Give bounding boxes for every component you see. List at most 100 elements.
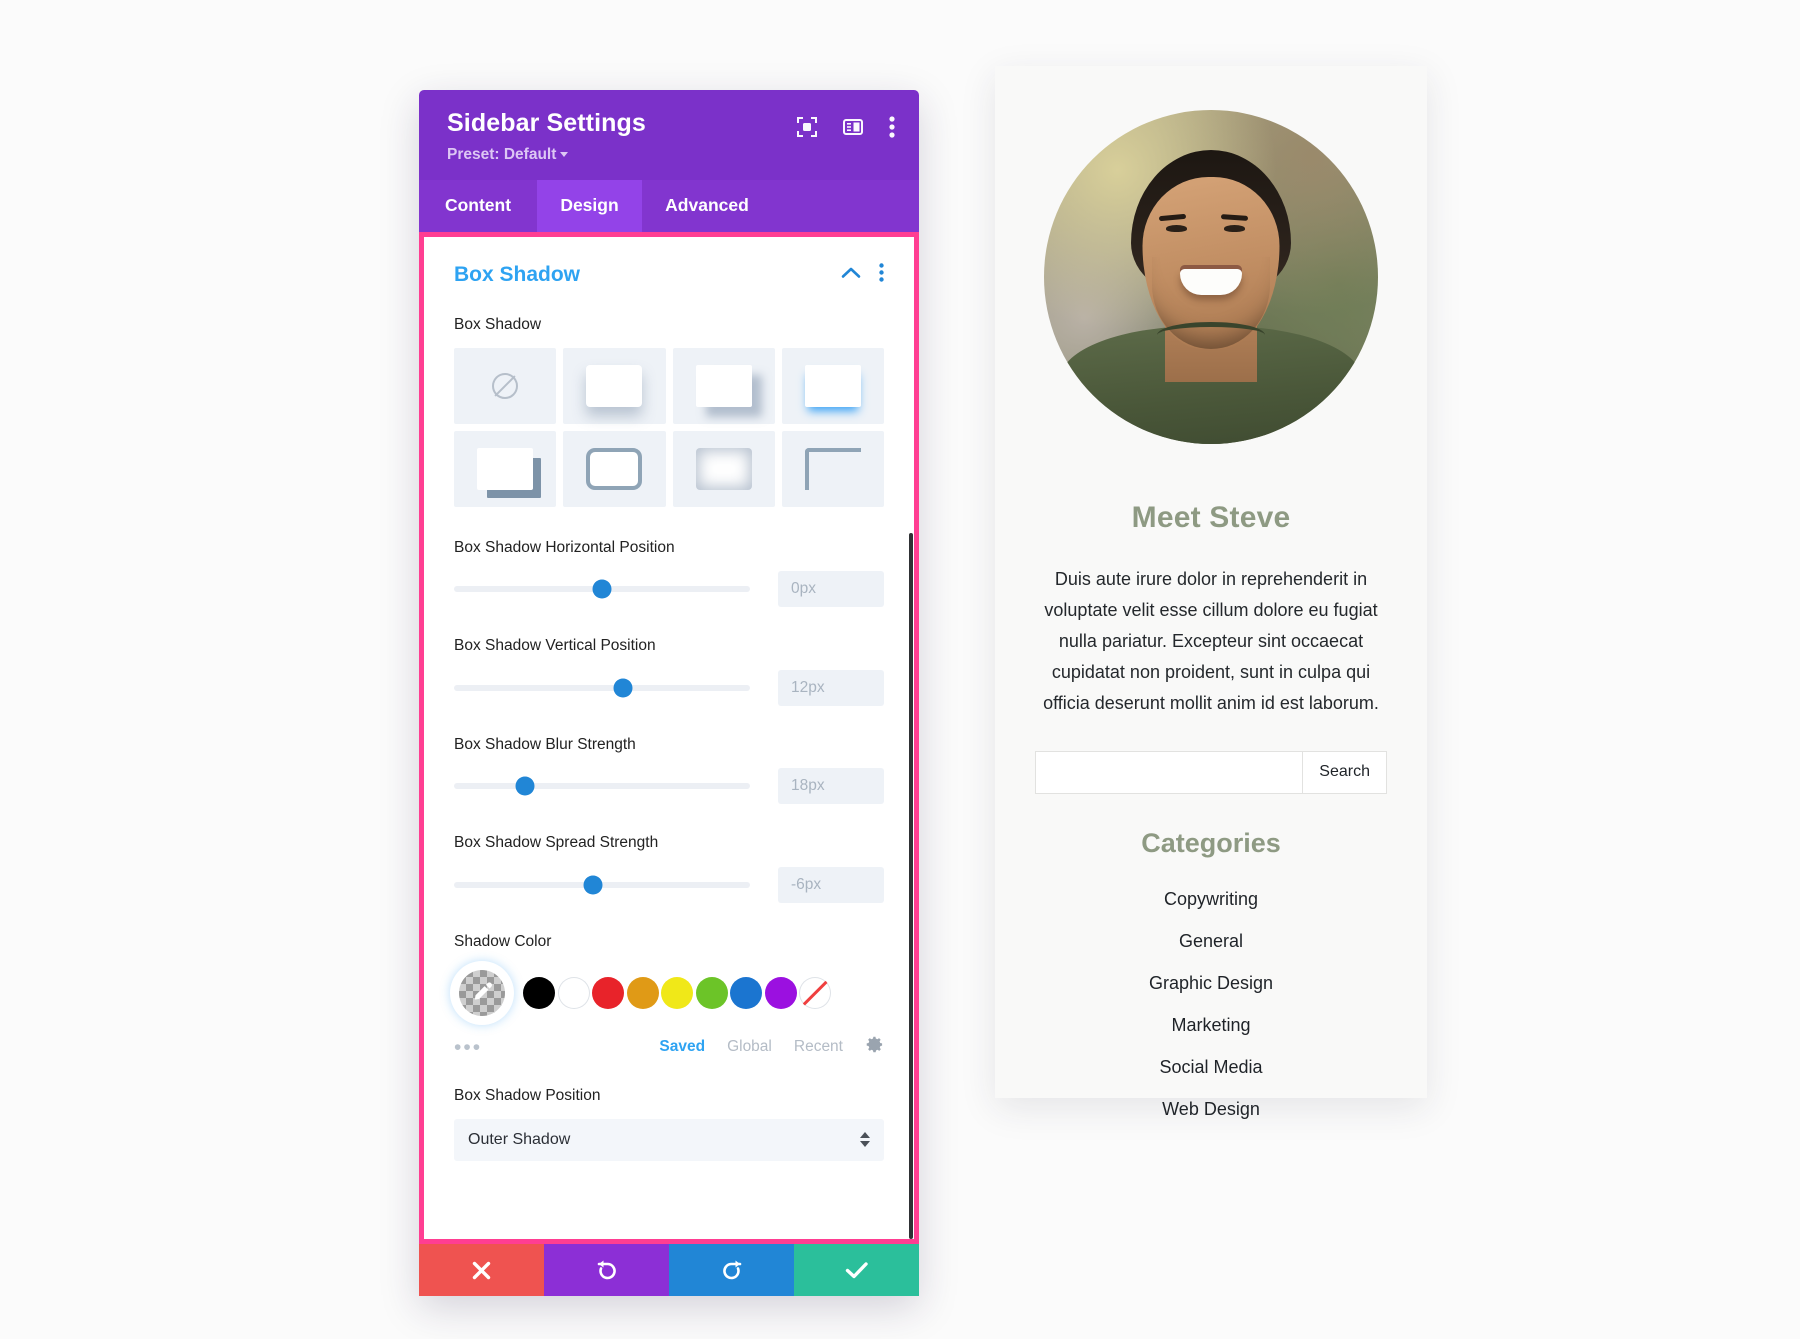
swatch-white[interactable]	[557, 977, 590, 1010]
section-title: Box Shadow	[454, 262, 581, 286]
box-shadow-section-header: Box Shadow	[454, 263, 884, 287]
slider-thumb[interactable]	[592, 579, 612, 599]
palette-tab-global[interactable]: Global	[727, 1038, 772, 1056]
blur-strength-label: Box Shadow Blur Strength	[454, 735, 636, 753]
swatch-red[interactable]	[592, 977, 624, 1010]
sidebar-settings-modal: Sidebar Settings Preset: Default Content…	[419, 90, 919, 1296]
list-item[interactable]: General	[1035, 931, 1387, 952]
list-item[interactable]: Copywriting	[1035, 889, 1387, 910]
kebab-menu-icon[interactable]	[879, 262, 884, 287]
search-form: Search	[1035, 750, 1387, 794]
preset-label: Preset: Default	[447, 145, 557, 163]
gear-icon[interactable]	[865, 1035, 884, 1059]
redo-button[interactable]	[669, 1244, 794, 1296]
modal-body-frame: Box Shadow Box Shadow Box Shadow Horizon…	[419, 231, 919, 1244]
blur-strength-input[interactable]: 18px	[778, 768, 884, 805]
chevron-up-icon[interactable]	[841, 266, 861, 284]
avatar	[1044, 110, 1378, 444]
vertical-position-row: 12px	[454, 669, 884, 706]
chevron-down-icon	[560, 151, 569, 157]
preset-inset[interactable]	[672, 430, 775, 507]
tab-content[interactable]: Content	[419, 180, 537, 232]
preset-soft-bottom[interactable]	[563, 347, 666, 424]
shadow-color-label: Shadow Color	[454, 932, 552, 950]
list-item[interactable]: Web Design	[1035, 1099, 1387, 1120]
vertical-position-slider[interactable]	[454, 678, 750, 698]
save-button[interactable]	[794, 1244, 919, 1296]
categories-heading: Categories	[1141, 827, 1281, 858]
modal-footer	[419, 1244, 919, 1296]
header-icon-group	[797, 110, 895, 138]
avatar-smile	[1180, 268, 1242, 295]
target-icon[interactable]	[797, 117, 817, 137]
tab-advanced[interactable]: Advanced	[642, 180, 772, 232]
check-icon	[845, 1262, 868, 1279]
categories-list: Copywriting General Graphic Design Marke…	[1035, 889, 1387, 1120]
undo-icon	[597, 1260, 616, 1280]
swatch-green[interactable]	[695, 977, 728, 1010]
eyedropper-icon[interactable]	[454, 965, 510, 1022]
preset-border[interactable]	[563, 430, 666, 507]
spread-strength-input[interactable]: -6px	[778, 866, 884, 903]
more-colors-button[interactable]: •••	[454, 1037, 482, 1058]
vertical-position-input[interactable]: 12px	[778, 669, 884, 706]
palette-tab-recent[interactable]: Recent	[794, 1038, 843, 1056]
redo-icon	[722, 1260, 741, 1280]
preset-selector[interactable]: Preset: Default	[447, 146, 797, 164]
modal-header: Sidebar Settings Preset: Default	[419, 90, 919, 180]
box-shadow-position-label: Box Shadow Position	[454, 1087, 601, 1105]
modal-title-group: Sidebar Settings Preset: Default	[447, 109, 797, 164]
horizontal-position-input[interactable]: 0px	[778, 571, 884, 608]
horizontal-position-slider[interactable]	[454, 579, 750, 599]
spread-strength-slider[interactable]	[454, 875, 750, 895]
spread-strength-row: -6px	[454, 866, 884, 903]
list-item[interactable]: Social Media	[1035, 1057, 1387, 1078]
settings-tab-bar: Content Design Advanced	[419, 179, 919, 232]
swatch-purple[interactable]	[764, 977, 797, 1010]
layout-panel-icon[interactable]	[843, 117, 863, 137]
search-button[interactable]: Search	[1302, 750, 1387, 794]
blur-strength-row: 18px	[454, 768, 884, 805]
preview-heading: Meet Steve	[1131, 501, 1291, 534]
box-shadow-position-select[interactable]: Outer Shadow	[454, 1118, 884, 1161]
list-item[interactable]: Marketing	[1035, 1015, 1387, 1036]
swatch-transparent[interactable]	[799, 977, 831, 1010]
cancel-button[interactable]	[419, 1244, 544, 1296]
vertical-position-label: Box Shadow Vertical Position	[454, 637, 656, 655]
selected-option-label: Outer Shadow	[468, 1130, 571, 1148]
vertical-scrollbar[interactable]	[909, 532, 913, 1239]
preset-blue-underline[interactable]	[781, 347, 884, 424]
blur-strength-slider[interactable]	[454, 776, 750, 796]
preset-hard-offset[interactable]	[454, 430, 557, 507]
palette-tab-group: Saved Global Recent	[659, 1035, 884, 1059]
preview-body-text: Duis aute irure dolor in reprehenderit i…	[1043, 569, 1379, 713]
slider-thumb[interactable]	[583, 875, 603, 895]
page-title: Sidebar Settings	[447, 109, 646, 137]
sidebar-preview-widget: Meet Steve Duis aute irure dolor in repr…	[995, 66, 1427, 1119]
avatar-eye-left	[1165, 225, 1187, 233]
horizontal-position-row: 0px	[454, 571, 884, 608]
slider-thumb[interactable]	[613, 678, 633, 698]
preset-none[interactable]	[454, 347, 557, 424]
kebab-menu-icon[interactable]	[889, 116, 895, 138]
settings-scroll-area: Box Shadow Box Shadow Box Shadow Horizon…	[424, 236, 914, 1239]
preset-corner-bracket[interactable]	[781, 430, 884, 507]
swatch-blue[interactable]	[730, 977, 762, 1010]
no-shadow-icon	[492, 372, 519, 399]
swatch-black[interactable]	[523, 977, 555, 1010]
swatch-yellow[interactable]	[661, 977, 693, 1010]
spread-strength-label: Box Shadow Spread Strength	[454, 834, 659, 852]
undo-button[interactable]	[544, 1244, 669, 1296]
swatch-orange[interactable]	[626, 977, 659, 1010]
tab-design[interactable]: Design	[537, 179, 642, 232]
transparency-checker	[459, 970, 505, 1017]
preset-offset-bottom-right[interactable]	[672, 347, 775, 424]
palette-controls: ••• Saved Global Recent	[454, 1035, 884, 1059]
spinner-icon	[860, 1132, 870, 1148]
section-actions	[841, 262, 884, 287]
list-item[interactable]: Graphic Design	[1035, 973, 1387, 994]
slider-thumb[interactable]	[515, 776, 535, 796]
box-shadow-field-label: Box Shadow	[454, 315, 542, 333]
palette-tab-saved[interactable]: Saved	[659, 1038, 705, 1056]
search-input[interactable]	[1035, 750, 1303, 794]
